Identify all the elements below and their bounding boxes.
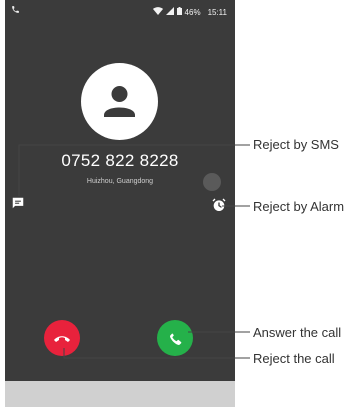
callout-answer-the-call: Answer the call [253,325,342,340]
callout-reject-by-sms: Reject by SMS [253,137,339,152]
callout-reject-by-alarm: Reject by Alarm [253,199,345,214]
callout-line-reject-call [63,348,250,359]
callout-line-reject-sms [18,144,250,196]
callout-reject-the-call: Reject the call [253,351,335,366]
